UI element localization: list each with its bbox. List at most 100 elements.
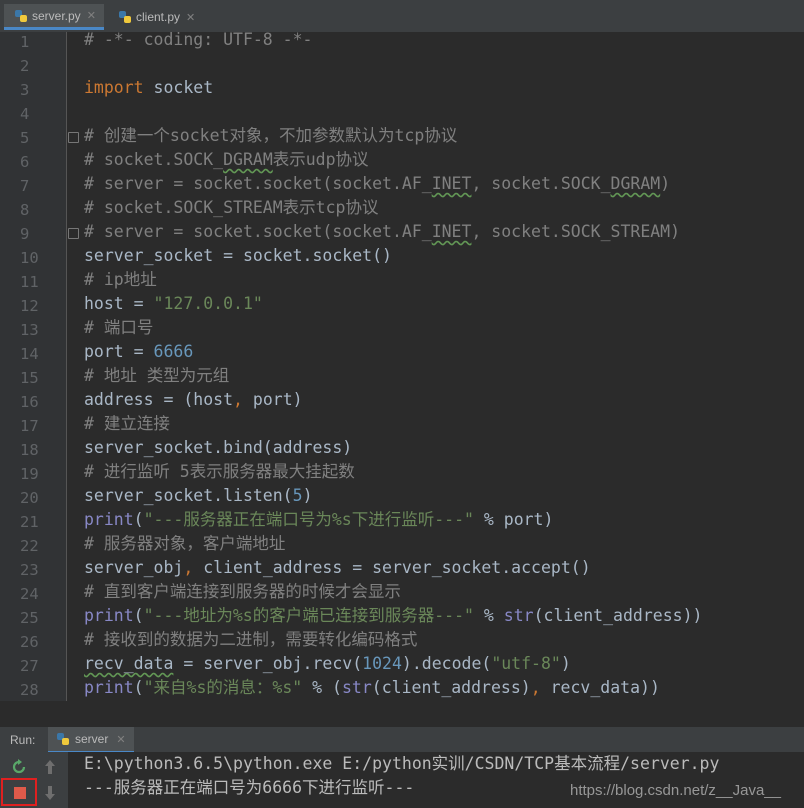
code-line[interactable]: # 地址 类型为元组 (84, 364, 229, 388)
stop-icon[interactable] (14, 787, 26, 799)
code-token: # -*- coding: UTF-8 -*- (84, 30, 313, 49)
down-arrow-icon[interactable] (42, 784, 58, 802)
code-line[interactable]: # 建立连接 (84, 412, 170, 436)
code-line[interactable]: server_socket.listen(5) (84, 484, 313, 508)
run-tab-server[interactable]: server ✕ (48, 727, 134, 753)
code-token: # 端口号 (84, 318, 154, 337)
code-line[interactable]: address = (host, port) (84, 388, 303, 412)
code-token: ).decode( (401, 654, 492, 673)
code-line[interactable]: # server = socket.socket(socket.AF_INET,… (84, 220, 680, 244)
code-token: server_socket = socket.socket() (84, 246, 392, 265)
code-token: # 进行监听 5表示服务器最大挂起数 (84, 462, 355, 481)
code-token: recv_data)) (540, 678, 660, 697)
code-line[interactable]: host = "127.0.0.1" (84, 292, 263, 316)
line-number: 2 (20, 57, 30, 75)
code-token: # 建立连接 (84, 414, 170, 433)
fold-marker-icon[interactable] (68, 228, 79, 239)
line-number: 14 (20, 345, 39, 363)
code-token: # 创建一个socket对象，不加参数默认为tcp协议 (84, 126, 458, 145)
fold-marker-icon[interactable] (68, 132, 79, 143)
code-line[interactable]: server_socket = socket.socket() (84, 244, 392, 268)
code-line[interactable]: # 进行监听 5表示服务器最大挂起数 (84, 460, 355, 484)
code-token: , socket.SOCK_STREAM) (471, 222, 681, 241)
line-number: 4 (20, 105, 30, 123)
code-line[interactable]: # ip地址 (84, 268, 157, 292)
line-number: 9 (20, 225, 30, 243)
run-label: Run: (10, 733, 36, 747)
code-token: # server = socket.socket(socket.AF_ (84, 174, 432, 193)
code-line[interactable]: import socket (84, 76, 213, 100)
line-number: 5 (20, 129, 30, 147)
code-line[interactable]: # -*- coding: UTF-8 -*- (84, 28, 312, 52)
close-icon[interactable]: ✕ (186, 11, 195, 24)
line-number: 18 (20, 441, 39, 459)
code-token: % ( (302, 678, 342, 697)
code-token: ) (660, 174, 671, 193)
code-token: , (183, 558, 194, 577)
line-number: 13 (20, 321, 39, 339)
stop-button-highlight[interactable] (1, 778, 37, 806)
code-line[interactable]: print("---服务器正在端口号为%s下进行监听---" % port) (84, 508, 553, 532)
editor-bottom-gap (0, 701, 804, 726)
up-arrow-icon[interactable] (42, 758, 58, 776)
code-token: recv_data (84, 654, 174, 673)
code-token: (client_address) (371, 678, 531, 697)
code-line[interactable]: # socket.SOCK_DGRAM表示udp协议 (84, 148, 369, 172)
code-editor[interactable]: 1 2 3 4 5 6 7 8 9 10 11 12 13 14 15 16 17 18 19 20 21 22 23 24 2… (0, 30, 804, 701)
line-number: 21 (20, 513, 39, 531)
close-icon[interactable]: ✕ (87, 9, 96, 22)
code-token: 表示udp协议 (272, 150, 369, 169)
code-token: % port) (473, 510, 554, 529)
code-token: # 接收到的数据为二进制，需要转化编码格式 (84, 630, 418, 649)
code-line[interactable]: recv_data = server_obj.recv(1024).decode… (84, 652, 571, 676)
line-number: 28 (20, 681, 39, 699)
code-token: # socket.SOCK_ (84, 150, 224, 169)
code-line[interactable]: server_socket.bind(address) (84, 436, 352, 460)
code-token: ) (560, 654, 571, 673)
close-icon[interactable]: ✕ (116, 733, 125, 746)
code-token: print (84, 606, 134, 625)
code-line[interactable]: # 接收到的数据为二进制，需要转化编码格式 (84, 628, 417, 652)
code-token: DGRAM (223, 150, 273, 169)
code-token: INET (431, 174, 472, 193)
watermark: https://blog.csdn.net/z__Java__ (570, 782, 781, 799)
line-number: 16 (20, 393, 39, 411)
code-token: port = (84, 342, 154, 361)
code-token: host = (84, 294, 154, 313)
tab-server-py[interactable]: server.py ✕ (4, 4, 104, 30)
code-token: DGRAM (610, 174, 661, 193)
code-token: 1024 (362, 654, 402, 673)
code-token: # socket.SOCK_STREAM表示tcp协议 (84, 198, 379, 217)
code-line[interactable]: # 端口号 (84, 316, 153, 340)
code-token: server_obj (84, 558, 184, 577)
code-token: port) (242, 390, 303, 409)
code-line[interactable]: # 创建一个socket对象，不加参数默认为tcp协议 (84, 124, 457, 148)
tab-client-py[interactable]: client.py ✕ (108, 4, 203, 30)
code-line[interactable]: server_obj, client_address = server_sock… (84, 556, 591, 580)
code-token: , (233, 390, 243, 409)
line-number: 6 (20, 153, 30, 171)
line-number: 11 (20, 273, 39, 291)
code-line[interactable]: # server = socket.socket(socket.AF_INET,… (84, 172, 670, 196)
line-number: 1 (20, 33, 30, 51)
code-token: ( (133, 678, 144, 697)
run-console[interactable]: E:\python3.6.5\python.exe E:/python实训/CS… (0, 752, 804, 808)
code-line[interactable]: print("---地址为%s的客户端已连接到服务器---" % str(cli… (84, 604, 702, 628)
code-token: server_socket.bind(address) (84, 438, 353, 457)
code-line[interactable]: print("来自%s的消息：%s" % (str(client_address… (84, 676, 660, 700)
code-token: 5 (292, 486, 303, 505)
rerun-icon[interactable] (10, 758, 28, 776)
code-line[interactable]: # 直到客户端连接到服务器的时候才会显示 (84, 580, 401, 604)
code-line[interactable]: # socket.SOCK_STREAM表示tcp协议 (84, 196, 378, 220)
code-token: # 地址 类型为元组 (84, 366, 230, 385)
code-line[interactable]: # 服务器对象，客户端地址 (84, 532, 285, 556)
code-token: "来自%s的消息：%s" (143, 678, 303, 697)
python-file-icon (119, 11, 131, 23)
code-token: ) (302, 486, 313, 505)
code-token: = server_obj.recv( (173, 654, 363, 673)
code-token: str (341, 678, 372, 697)
code-token: # ip地址 (84, 270, 157, 289)
code-line[interactable]: port = 6666 (84, 340, 193, 364)
line-number: 17 (20, 417, 39, 435)
code-token: address = (host (84, 390, 234, 409)
